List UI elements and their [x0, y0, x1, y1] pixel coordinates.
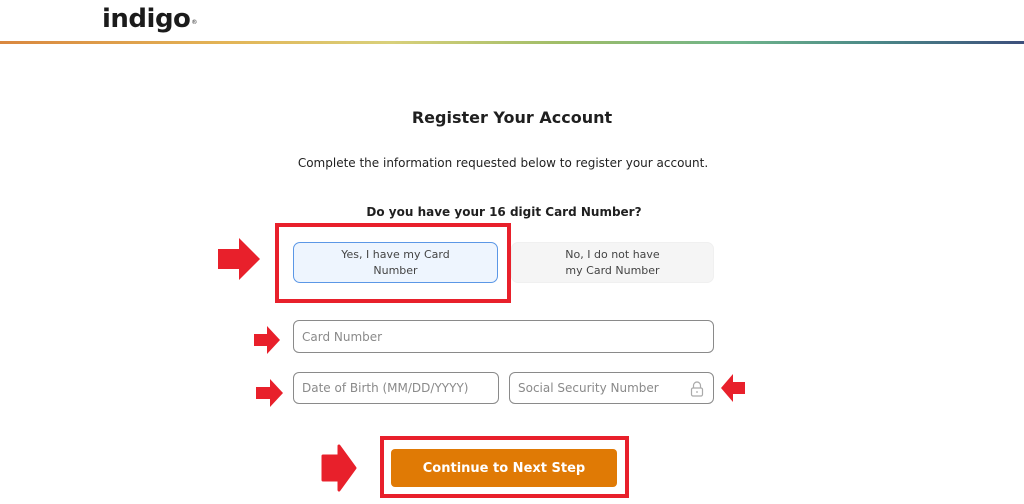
- card-number-field[interactable]: [293, 320, 714, 353]
- annotation-arrow-right-icon: [321, 444, 357, 492]
- card-number-question: Do you have your 16 digit Card Number?: [366, 205, 642, 219]
- option-no-label: No, I do not have my Card Number: [565, 247, 660, 277]
- ssn-input[interactable]: [518, 381, 678, 395]
- site-header: indigo®: [0, 0, 1024, 44]
- page-subtitle: Complete the information requested below…: [297, 156, 709, 170]
- page-title: Register Your Account: [411, 108, 613, 127]
- header-gradient-divider: [0, 41, 1024, 44]
- annotation-arrow-right-icon: [256, 379, 283, 407]
- dob-input[interactable]: [302, 381, 490, 395]
- lock-icon: [690, 381, 704, 397]
- annotation-highlight-box-continue: [380, 436, 629, 498]
- card-number-input[interactable]: [302, 329, 705, 344]
- annotation-arrow-right-icon: [254, 326, 280, 354]
- annotation-highlight-box-option: [275, 223, 511, 303]
- indigo-logo[interactable]: indigo®: [102, 2, 197, 36]
- registered-mark: ®: [191, 19, 197, 26]
- annotation-arrow-right-icon: [218, 238, 260, 280]
- annotation-arrow-left-icon: [721, 374, 745, 402]
- dob-field[interactable]: [293, 372, 499, 404]
- ssn-field[interactable]: [509, 372, 714, 404]
- logo-text: indigo: [102, 4, 191, 34]
- option-no-card[interactable]: No, I do not have my Card Number: [511, 242, 714, 283]
